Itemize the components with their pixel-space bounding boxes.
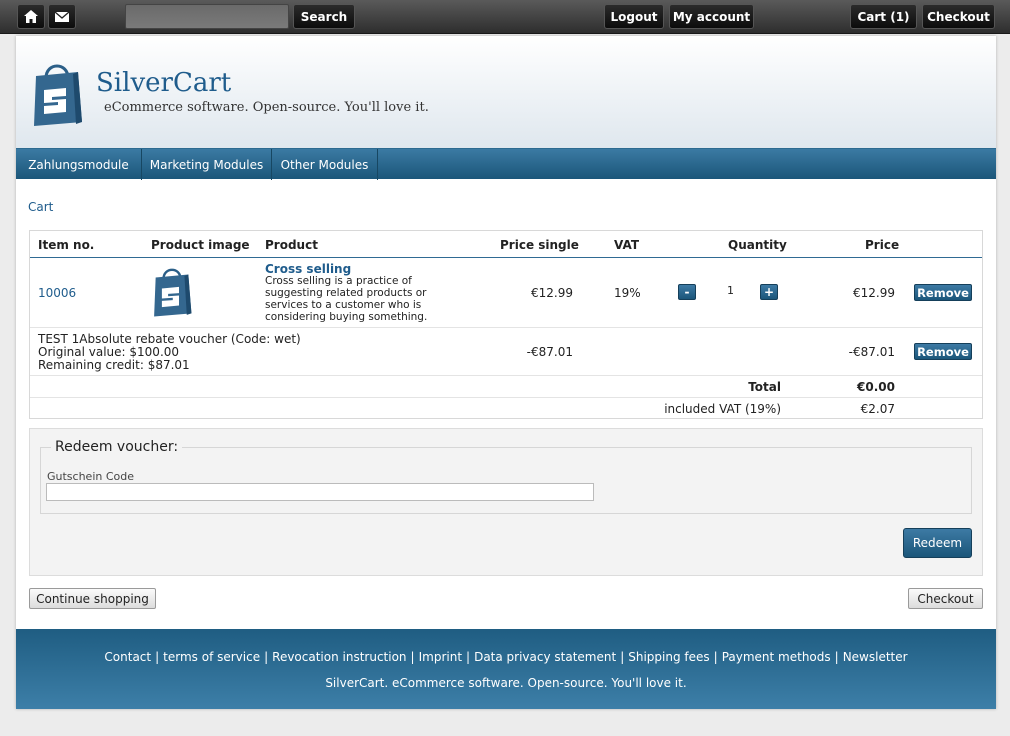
voucher-legend: Redeem voucher: bbox=[51, 439, 183, 455]
total-value: €0.00 bbox=[857, 380, 895, 394]
product-name-link[interactable]: Cross selling bbox=[265, 262, 351, 276]
redeem-button[interactable]: Redeem bbox=[903, 528, 972, 558]
table-header: Item no. Product image Product Price sin… bbox=[30, 231, 982, 258]
decrease-quantity-button[interactable]: - bbox=[678, 284, 696, 300]
my-account-button[interactable]: My account bbox=[669, 4, 754, 29]
header-vat: VAT bbox=[614, 238, 640, 252]
item-price: €12.99 bbox=[853, 286, 895, 300]
voucher-remaining-credit: Remaining credit: $87.01 bbox=[38, 358, 190, 372]
search-input[interactable] bbox=[125, 4, 289, 29]
voucher-code-input[interactable] bbox=[46, 483, 594, 501]
footer-link-shipping[interactable]: Shipping fees bbox=[628, 650, 709, 664]
footer-link-privacy[interactable]: Data privacy statement bbox=[474, 650, 616, 664]
shopping-bag-icon[interactable] bbox=[30, 56, 84, 131]
separator: | bbox=[155, 650, 160, 664]
footer-link-contact[interactable]: Contact bbox=[104, 650, 151, 664]
cart-button[interactable]: Cart (1) bbox=[850, 4, 917, 29]
voucher-line-title: TEST 1Absolute rebate voucher (Code: wet… bbox=[38, 332, 301, 346]
separator: | bbox=[713, 650, 718, 664]
voucher-fieldset: Redeem voucher: Gutschein Code bbox=[40, 439, 972, 514]
separator: | bbox=[410, 650, 415, 664]
separator: | bbox=[466, 650, 471, 664]
voucher-price: -€87.01 bbox=[848, 345, 895, 359]
row-divider bbox=[30, 327, 982, 328]
continue-shopping-button[interactable]: Continue shopping bbox=[29, 588, 156, 609]
site-title[interactable]: SilverCart bbox=[96, 68, 231, 98]
header-product: Product bbox=[265, 238, 318, 252]
footer-link-newsletter[interactable]: Newsletter bbox=[843, 650, 908, 664]
voucher-original-value: Original value: $100.00 bbox=[38, 345, 180, 359]
footer-link-terms[interactable]: terms of service bbox=[163, 650, 260, 664]
checkout-button[interactable]: Checkout bbox=[908, 588, 983, 609]
product-description: Cross selling is a practice of suggestin… bbox=[265, 275, 428, 323]
voucher-code-label: Gutschein Code bbox=[47, 470, 135, 483]
nav-item-marketing-modules[interactable]: Marketing Modules bbox=[142, 149, 272, 180]
header-product-image: Product image bbox=[151, 238, 250, 252]
page-container: SilverCart eCommerce software. Open-sour… bbox=[16, 36, 996, 709]
main-nav: Zahlungsmodule Marketing Modules Other M… bbox=[16, 148, 996, 180]
nav-item-zahlungsmodule[interactable]: Zahlungsmodule bbox=[16, 149, 142, 180]
footer-link-imprint[interactable]: Imprint bbox=[419, 650, 462, 664]
quantity-value: 1 bbox=[727, 284, 734, 297]
remove-item-button[interactable]: Remove bbox=[914, 284, 972, 301]
header-price-single: Price single bbox=[500, 238, 579, 252]
search-button[interactable]: Search bbox=[293, 4, 355, 29]
vat-value: €2.07 bbox=[860, 402, 895, 416]
row-divider bbox=[30, 375, 982, 376]
vat-label: included VAT (19%) bbox=[664, 402, 781, 416]
voucher-price-single: -€87.01 bbox=[526, 345, 573, 359]
header-item-no: Item no. bbox=[38, 238, 95, 252]
envelope-icon bbox=[55, 11, 69, 22]
shopping-bag-icon bbox=[154, 268, 192, 317]
row-divider bbox=[30, 397, 982, 398]
separator: | bbox=[264, 650, 269, 664]
voucher-panel: Redeem voucher: Gutschein Code Redeem bbox=[29, 428, 983, 576]
total-label: Total bbox=[748, 380, 781, 394]
increase-quantity-button[interactable]: + bbox=[760, 284, 778, 300]
footer-link-revocation[interactable]: Revocation instruction bbox=[272, 650, 406, 664]
separator: | bbox=[620, 650, 625, 664]
header-quantity: Quantity bbox=[728, 238, 787, 252]
cart-table: Item no. Product image Product Price sin… bbox=[29, 230, 983, 419]
separator: | bbox=[834, 650, 839, 664]
breadcrumb[interactable]: Cart bbox=[28, 200, 53, 214]
site-header: SilverCart eCommerce software. Open-sour… bbox=[16, 36, 996, 148]
remove-voucher-button[interactable]: Remove bbox=[914, 343, 972, 360]
product-image[interactable] bbox=[151, 262, 193, 321]
vat-rate: 19% bbox=[614, 286, 641, 300]
footer-link-payment[interactable]: Payment methods bbox=[722, 650, 831, 664]
footer-tagline: SilverCart. eCommerce software. Open-sou… bbox=[325, 676, 687, 690]
nav-item-other-modules[interactable]: Other Modules bbox=[272, 149, 378, 180]
home-button[interactable] bbox=[17, 4, 45, 29]
site-tagline: eCommerce software. Open-source. You'll … bbox=[104, 100, 429, 115]
mail-button[interactable] bbox=[48, 4, 76, 29]
site-footer: Contact | terms of service | Revocation inst… bbox=[16, 629, 996, 709]
price-single: €12.99 bbox=[531, 286, 573, 300]
item-number-link[interactable]: 10006 bbox=[38, 286, 76, 300]
header-price: Price bbox=[865, 238, 900, 252]
logout-button[interactable]: Logout bbox=[604, 4, 664, 29]
top-bar: Search Logout My account Cart (1) Checko… bbox=[0, 0, 1010, 34]
top-checkout-button[interactable]: Checkout bbox=[922, 4, 995, 29]
footer-links: Contact | terms of service | Revocation inst… bbox=[16, 650, 996, 664]
home-icon bbox=[24, 10, 38, 23]
